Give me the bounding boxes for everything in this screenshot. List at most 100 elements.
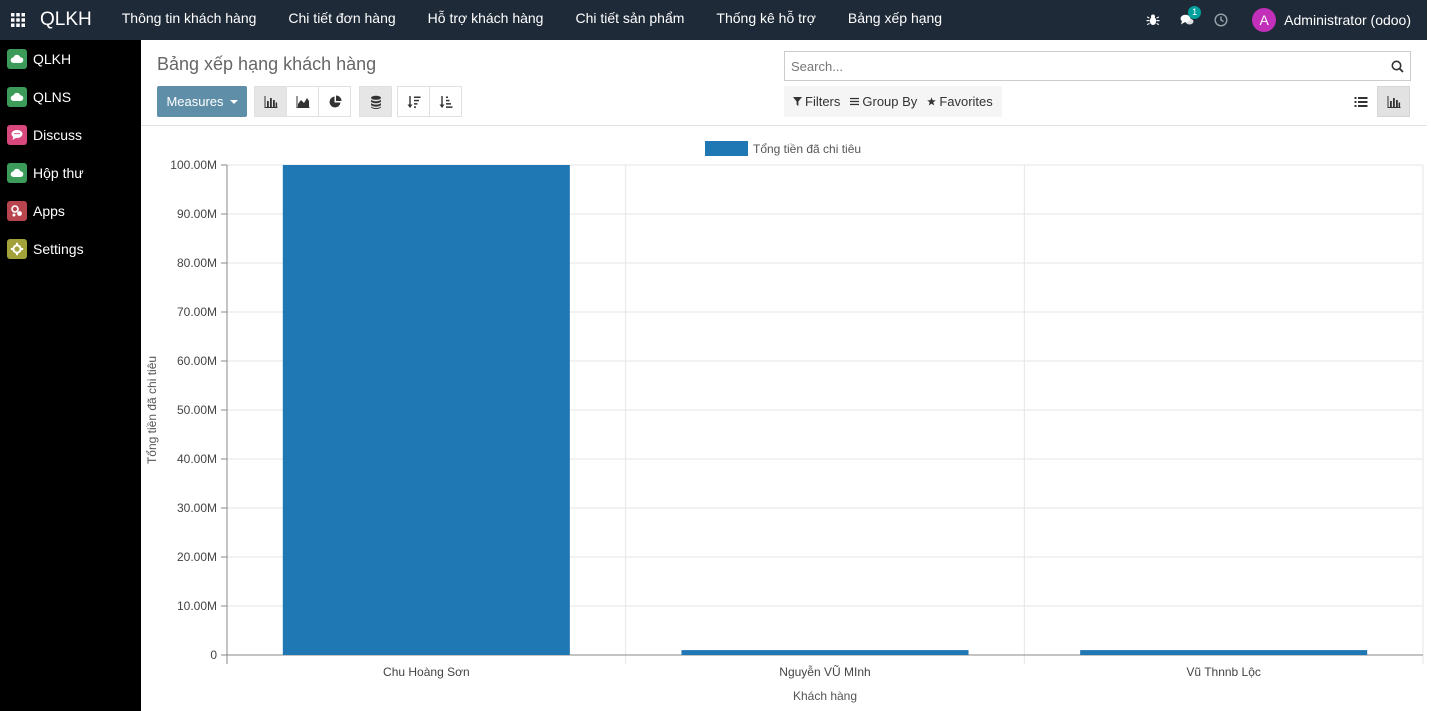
search-bar: [784, 51, 1411, 81]
graph-view: Tổng tiền đã chi tiêu 0 10.00M 20.00M 30.00…: [141, 130, 1427, 711]
x-tick-label: Nguyễn VŨ MInh: [779, 664, 870, 679]
sidebar-item-discuss[interactable]: Discuss: [0, 116, 141, 154]
activity-clock-icon[interactable]: [1204, 0, 1238, 40]
chart-type-switcher: [254, 86, 351, 117]
user-menu[interactable]: A Administrator (odoo): [1238, 0, 1427, 40]
sidebar-item-qlkh[interactable]: QLKH: [0, 40, 141, 78]
sidebar-item-inbox[interactable]: Hộp thư: [0, 154, 141, 192]
graph-view-button[interactable]: [1377, 86, 1410, 117]
cloud-icon: [7, 49, 27, 69]
sort-amount-asc-icon: [439, 95, 452, 108]
app-sidebar: QLKH QLNS Discuss Hộp thư Apps Settings: [0, 40, 141, 711]
user-name: Administrator (odoo): [1284, 12, 1411, 28]
app-menu-grid-icon[interactable]: [0, 0, 36, 40]
favorites-label: Favorites: [939, 94, 993, 109]
list-view-button[interactable]: [1344, 86, 1377, 117]
apps-gear-icon: [7, 201, 27, 221]
pie-chart-icon: [329, 95, 341, 107]
sidebar-item-label: QLNS: [33, 89, 72, 105]
x-tick-label: Vũ Thnnb Lộc: [1186, 665, 1261, 679]
main-content: Bảng xếp hạng khách hàng Measures: [141, 40, 1427, 711]
y-axis-label: Tổng tiền đã chi tiêu: [145, 356, 159, 464]
group-by-dropdown[interactable]: Group By: [845, 86, 922, 117]
y-tick-label: 0: [210, 648, 217, 662]
sidebar-item-apps[interactable]: Apps: [0, 192, 141, 230]
y-tick-label: 30.00M: [177, 501, 217, 515]
bar-chart-icon: [264, 95, 277, 108]
y-tick-label: 80.00M: [177, 256, 217, 270]
chat-count-badge: 1: [1188, 6, 1202, 19]
sort-button-group: [397, 86, 462, 117]
x-tick-label: Chu Hoàng Sơn: [383, 665, 470, 679]
y-tick-label: 50.00M: [177, 403, 217, 417]
debug-bug-icon[interactable]: [1136, 0, 1170, 40]
filters-dropdown[interactable]: Filters: [788, 86, 845, 117]
menu-item-support-stats[interactable]: Thống kê hỗ trợ: [700, 0, 831, 40]
measures-dropdown-button[interactable]: Measures: [157, 86, 247, 117]
bar-chart-button[interactable]: [254, 86, 287, 117]
favorites-dropdown[interactable]: Favorites: [922, 86, 997, 117]
cloud-icon: [7, 163, 27, 183]
y-tick-label: 40.00M: [177, 452, 217, 466]
messaging-chat-icon[interactable]: 1: [1170, 0, 1204, 40]
sort-ascending-button[interactable]: [429, 86, 462, 117]
filters-label: Filters: [805, 94, 841, 109]
sidebar-item-label: Apps: [33, 203, 65, 219]
caret-down-icon: [229, 99, 238, 104]
measures-label: Measures: [166, 94, 224, 109]
group-by-label: Group By: [862, 94, 918, 109]
sort-amount-desc-icon: [407, 95, 420, 108]
bar-2[interactable]: [681, 650, 969, 655]
y-tick-label: 100.00M: [170, 158, 217, 172]
y-tick-label: 20.00M: [177, 550, 217, 564]
menu-item-ranking[interactable]: Bảng xếp hạng: [832, 0, 958, 40]
stacked-button[interactable]: [359, 86, 392, 117]
filter-funnel-icon: [793, 97, 802, 106]
area-chart-icon: [296, 95, 309, 108]
line-chart-button[interactable]: [286, 86, 319, 117]
list-icon: [1354, 96, 1367, 107]
avatar: A: [1252, 8, 1277, 32]
legend-label: Tổng tiền đã chi tiêu: [753, 142, 861, 156]
bars-icon: [850, 97, 860, 106]
menu-item-customer-info[interactable]: Thông tin khách hàng: [106, 0, 273, 40]
page-title: Bảng xếp hạng khách hàng: [157, 54, 377, 74]
cloud-icon: [7, 87, 27, 107]
search-input[interactable]: [785, 52, 1384, 80]
search-icon[interactable]: [1384, 52, 1410, 80]
bar-1[interactable]: [282, 165, 570, 655]
sidebar-item-label: Discuss: [33, 127, 83, 143]
app-brand[interactable]: QLKH: [40, 9, 92, 31]
y-tick-label: 10.00M: [177, 599, 217, 613]
view-switcher: [1344, 86, 1410, 117]
control-panel: Bảng xếp hạng khách hàng Measures: [141, 40, 1427, 126]
star-icon: [927, 97, 937, 106]
window-edge: [1427, 0, 1431, 711]
menu-item-order-details[interactable]: Chi tiết đơn hàng: [272, 0, 411, 40]
bar-chart-icon: [1387, 95, 1400, 108]
navbar-systray: 1 A Administrator (odoo): [1136, 0, 1427, 40]
sidebar-item-label: Settings: [33, 241, 84, 257]
bar-3[interactable]: [1080, 650, 1368, 655]
chat-icon: [7, 125, 27, 145]
legend-swatch[interactable]: [705, 141, 748, 156]
top-menu: Thông tin khách hàng Chi tiết đơn hàng H…: [106, 0, 958, 40]
sort-descending-button[interactable]: [397, 86, 430, 117]
stacked-toggle-group: [359, 86, 392, 117]
x-axis-label: Khách hàng: [793, 689, 857, 703]
sidebar-item-label: Hộp thư: [33, 165, 84, 181]
sidebar-item-settings[interactable]: Settings: [0, 230, 141, 268]
sidebar-item-label: QLKH: [33, 51, 72, 67]
y-tick-label: 60.00M: [177, 354, 217, 368]
database-stack-icon: [370, 95, 381, 109]
gear-icon: [7, 239, 27, 259]
y-tick-label: 90.00M: [177, 207, 217, 221]
pie-chart-button[interactable]: [318, 86, 351, 117]
top-navbar: QLKH Thông tin khách hàng Chi tiết đơn h…: [0, 0, 1427, 40]
search-options-bar: Filters Group By Favorites: [784, 86, 1002, 117]
bar-chart: Tổng tiền đã chi tiêu 0 10.00M 20.00M 30.00…: [145, 141, 1424, 703]
menu-item-customer-support[interactable]: Hỗ trợ khách hàng: [412, 0, 560, 40]
menu-item-product-details[interactable]: Chi tiết sản phẩm: [559, 0, 700, 40]
sidebar-item-qlns[interactable]: QLNS: [0, 78, 141, 116]
y-tick-label: 70.00M: [177, 305, 217, 319]
